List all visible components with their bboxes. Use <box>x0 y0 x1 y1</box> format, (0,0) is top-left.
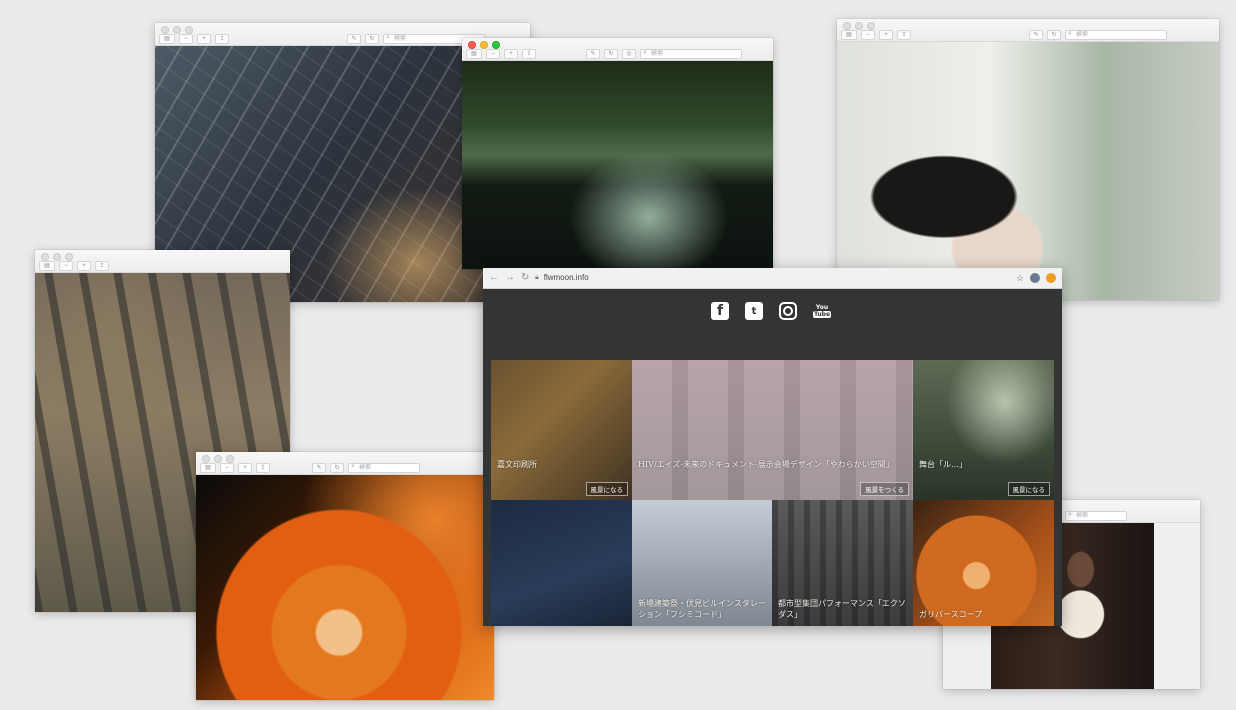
annotate-icon[interactable]: ◎ <box>622 49 636 59</box>
traffic-lights[interactable] <box>468 41 500 49</box>
tile-caption: 都市型集団パフォーマンス「エクソダス」 <box>778 599 906 619</box>
tile-tag-button[interactable]: 風景をつくる <box>860 482 909 496</box>
window-toolbar: ▤ − + ⇪ ✎ ↻ ◎ 検索 <box>462 38 773 61</box>
preview-window-hands[interactable]: ▤ − + ⇪ ✎ ↻ 検索 <box>837 19 1219 300</box>
youtube-icon[interactable]: You Tube <box>812 302 832 320</box>
url-text[interactable]: flwmoon.info <box>544 271 589 285</box>
browser-window[interactable]: ← → ↻ 🔒︎ flwmoon.info ☆ f t You Tube 嘉文印… <box>483 268 1062 626</box>
markup-pen-icon[interactable]: ✎ <box>586 49 600 59</box>
photo-forest-pond <box>462 61 773 269</box>
tile-tag-button[interactable]: 風景になる <box>1007 482 1050 496</box>
tile-tag-button[interactable]: 風景になる <box>585 482 628 496</box>
share-icon[interactable]: ⇪ <box>256 463 270 473</box>
rotate-icon[interactable]: ↻ <box>1047 30 1061 40</box>
markup-pen-icon[interactable]: ✎ <box>312 463 326 473</box>
bookmark-star-icon[interactable]: ☆ <box>1016 271 1024 285</box>
sidebar-toggle-icon[interactable]: ▤ <box>200 463 216 473</box>
sidebar-toggle-icon[interactable]: ▤ <box>841 30 857 40</box>
share-icon[interactable]: ⇪ <box>215 34 229 44</box>
facebook-icon[interactable]: f <box>711 302 729 320</box>
tile-caption: HIV/エイズ-未来のドキュメント-展示会場デザイン「やわらかい空間」 <box>638 460 894 469</box>
browser-toolbar: ← → ↻ 🔒︎ flwmoon.info ☆ <box>483 268 1062 289</box>
search-field[interactable]: 検索 <box>1065 30 1167 40</box>
window-toolbar: ▤ − + ⇪ <box>35 250 290 273</box>
zoom-in-icon[interactable]: + <box>879 30 893 40</box>
rotate-icon[interactable]: ↻ <box>330 463 344 473</box>
rotate-icon[interactable]: ↻ <box>604 49 618 59</box>
works-grid: 嘉文印刷所 風景になる HIV/エイズ-未来のドキュメント-展示会場デザイン「や… <box>491 360 1054 626</box>
rotate-icon[interactable]: ↻ <box>365 34 379 44</box>
markup-pen-icon[interactable]: ✎ <box>347 34 361 44</box>
search-field[interactable]: 検索 <box>640 49 742 59</box>
photo-reaching-hands <box>837 42 1219 300</box>
photo-orange-flower <box>196 475 494 700</box>
forward-icon[interactable]: → <box>505 271 515 285</box>
youtube-label-bottom: Tube <box>812 311 832 318</box>
zoom-in-icon[interactable]: + <box>77 261 91 271</box>
instagram-icon[interactable] <box>779 302 797 320</box>
traffic-lights[interactable] <box>161 26 193 34</box>
zoom-out-icon[interactable]: − <box>220 463 234 473</box>
markup-pen-icon[interactable]: ✎ <box>1029 30 1043 40</box>
search-field[interactable]: 検索 <box>348 463 420 473</box>
zoom-out-icon[interactable]: − <box>861 30 875 40</box>
tile-caption: 新場建築祭・伏見ビルインスタレーション「フシミコード」 <box>638 599 766 619</box>
profile-avatar[interactable] <box>1030 273 1040 283</box>
tile-caption: ガリバースコープ <box>919 610 983 619</box>
work-tile-gulliver-scope[interactable]: ガリバースコープ <box>913 500 1054 626</box>
work-tile-stage[interactable]: 舞台「ル…」 風景になる <box>913 360 1054 500</box>
share-icon[interactable]: ⇪ <box>95 261 109 271</box>
tile-caption: 舞台「ル…」 <box>919 460 967 469</box>
share-icon[interactable]: ⇪ <box>897 30 911 40</box>
work-tile-night[interactable] <box>491 500 632 626</box>
work-tile-hiv-exhibition[interactable]: HIV/エイズ-未来のドキュメント-展示会場デザイン「やわらかい空間」 風景をつ… <box>632 360 913 500</box>
share-icon[interactable]: ⇪ <box>522 49 536 59</box>
preview-window-flower[interactable]: ▤ − + ⇪ ✎ ↻ 検索 <box>196 452 494 700</box>
preview-window-pond[interactable]: ▤ − + ⇪ ✎ ↻ ◎ 検索 <box>462 38 773 269</box>
back-icon[interactable]: ← <box>489 271 499 285</box>
work-tile-exodus[interactable]: 都市型集団パフォーマンス「エクソダス」 <box>772 500 913 626</box>
zoom-out-icon[interactable]: − <box>179 34 193 44</box>
sidebar-toggle-icon[interactable]: ▤ <box>39 261 55 271</box>
twitter-icon[interactable]: t <box>745 302 763 320</box>
search-field[interactable]: 検索 <box>1065 511 1127 521</box>
window-toolbar: ▤ − + ⇪ ✎ ↻ 検索 <box>837 19 1219 42</box>
traffic-lights[interactable] <box>843 22 875 30</box>
work-tile-kabun-printing[interactable]: 嘉文印刷所 風景になる <box>491 360 632 500</box>
zoom-out-icon[interactable]: − <box>59 261 73 271</box>
social-links: f t You Tube <box>711 302 832 320</box>
window-toolbar: ▤ − + ⇪ ✎ ↻ 検索 <box>196 452 494 475</box>
address-bar[interactable]: 🔒︎ flwmoon.info <box>535 271 589 285</box>
sidebar-toggle-icon[interactable]: ▤ <box>159 34 175 44</box>
youtube-label-top: You <box>815 304 829 311</box>
zoom-in-icon[interactable]: + <box>197 34 211 44</box>
work-tile-fushimi-code[interactable]: 新場建築祭・伏見ビルインスタレーション「フシミコード」 <box>632 500 772 626</box>
zoom-out-icon[interactable]: − <box>486 49 500 59</box>
tile-caption: 嘉文印刷所 <box>497 460 537 469</box>
extension-icon[interactable] <box>1046 273 1056 283</box>
reload-icon[interactable]: ↻ <box>521 271 529 285</box>
traffic-lights[interactable] <box>41 253 73 261</box>
traffic-lights[interactable] <box>202 455 234 463</box>
zoom-in-icon[interactable]: + <box>504 49 518 59</box>
zoom-in-icon[interactable]: + <box>238 463 252 473</box>
lock-icon: 🔒︎ <box>535 274 539 281</box>
sidebar-toggle-icon[interactable]: ▤ <box>466 49 482 59</box>
